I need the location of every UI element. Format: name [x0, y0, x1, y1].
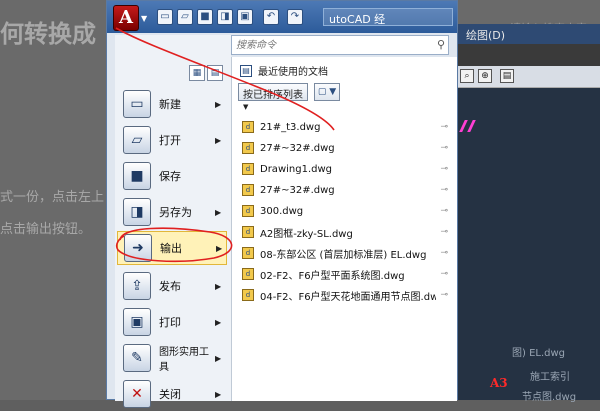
chevron-down-icon: ▼	[243, 103, 249, 111]
command-export[interactable]: ➜ 输出 ▶	[117, 231, 227, 265]
view-mode-dropdown[interactable]: ▢ ▼	[314, 83, 340, 101]
search-bar[interactable]: ⚲	[231, 35, 449, 55]
search-icon[interactable]: ⚲	[437, 38, 445, 51]
redo-icon[interactable]: ↷	[287, 9, 303, 25]
dwg-file-icon: d	[242, 289, 254, 301]
article-paragraph-1: 式一份，点击左上	[0, 190, 105, 205]
open-folder-icon: ▱	[123, 126, 151, 154]
view-icons-icon[interactable]: ▦	[189, 65, 205, 81]
menu-draw[interactable]: 绘图(D)	[452, 24, 600, 44]
recent-file-item[interactable]: d 08-东部公区 (首层加标准层) EL.dwg ⊸	[242, 243, 448, 263]
search-input[interactable]	[232, 36, 422, 54]
canvas-label-1: 图) EL.dwg	[512, 348, 566, 359]
dwg-file-icon: d	[242, 268, 254, 280]
recent-file-item[interactable]: d A2图框-zky-SL.dwg ⊸	[242, 222, 448, 242]
command-save-as[interactable]: ◨ 另存为 ▶	[117, 195, 227, 229]
properties-icon[interactable]: ▤	[500, 69, 514, 83]
recent-file-item[interactable]: d 27#~32#.dwg ⊸	[242, 138, 448, 158]
command-drawing-utilities[interactable]: ✎ 图形实用工具 ▶	[117, 341, 227, 375]
article-paragraph-2: 点击输出按钮。	[0, 222, 92, 237]
dwg-file-icon: d	[242, 163, 254, 175]
undo-icon[interactable]: ↶	[263, 9, 279, 25]
chevron-down-icon[interactable]: ▼	[141, 14, 147, 23]
dwg-file-icon: d	[242, 142, 254, 154]
recent-header: ▤ 最近使用的文档	[240, 63, 328, 78]
view-list-icon[interactable]: ▤	[207, 65, 223, 81]
print-icon[interactable]: ▣	[237, 9, 253, 25]
recent-docs-icon: ▤	[240, 64, 252, 77]
recent-file-item[interactable]: d 04-F2、F6户型天花地面通用节点图.dwg ⊸	[242, 285, 448, 305]
command-close[interactable]: ✕ 关闭 ▶	[117, 377, 227, 411]
command-print[interactable]: ▣ 打印 ▶	[117, 305, 227, 339]
chevron-right-icon: ▶	[215, 389, 222, 399]
article-title: 何转换成	[0, 20, 96, 48]
dwg-file-icon: d	[242, 184, 254, 196]
save-icon[interactable]: ■	[197, 9, 213, 25]
open-icon[interactable]: ▱	[177, 9, 193, 25]
recent-file-item[interactable]: d 02-F2、F6户型平面系统图.dwg ⊸	[242, 264, 448, 284]
command-save[interactable]: ■ 保存	[117, 159, 227, 193]
chevron-right-icon: ▶	[215, 135, 222, 145]
pin-icon[interactable]: ⊸	[440, 206, 448, 216]
export-icon: ➜	[124, 234, 152, 262]
close-icon: ✕	[123, 380, 151, 408]
application-button[interactable]: A	[113, 5, 139, 31]
zoom-realtime-icon[interactable]: ⊕	[478, 69, 492, 83]
utilities-icon: ✎	[123, 344, 151, 372]
window-title: utoCAD 经	[329, 13, 386, 26]
new-file-icon: ▭	[123, 90, 151, 118]
canvas-label-2: 施工索引	[530, 372, 570, 383]
pin-icon[interactable]: ⊸	[440, 290, 448, 300]
printer-icon: ▣	[123, 308, 151, 336]
application-menu: A ▼ ▭ ▱ ■ ◨ ▣ ↶ ↷ utoCAD 经 ⚲ ▦ ▤ ▭ 新建 ▶ …	[106, 0, 458, 408]
a3-label: A3	[490, 376, 508, 390]
chevron-right-icon: ▶	[215, 353, 222, 363]
pin-icon[interactable]: ⊸	[440, 227, 448, 237]
quick-access-toolbar: A ▼ ▭ ▱ ■ ◨ ▣ ↶ ↷ utoCAD 经	[107, 1, 457, 33]
pin-icon[interactable]: ⊸	[440, 248, 448, 258]
command-new[interactable]: ▭ 新建 ▶	[117, 87, 227, 121]
recent-file-item[interactable]: d 21#_t3.dwg ⊸	[242, 117, 448, 137]
new-icon[interactable]: ▭	[157, 9, 173, 25]
dwg-file-icon: d	[242, 205, 254, 217]
dwg-file-icon: d	[242, 121, 254, 133]
pin-icon[interactable]: ⊸	[440, 164, 448, 174]
dwg-file-icon: d	[242, 247, 254, 259]
pin-icon[interactable]: ⊸	[440, 143, 448, 153]
dwg-file-icon: d	[242, 226, 254, 238]
sort-dropdown[interactable]: 按已排序列表 ▼	[238, 83, 308, 111]
pin-icon[interactable]: ⊸	[440, 185, 448, 195]
chevron-right-icon: ▶	[215, 281, 222, 291]
chevron-right-icon: ▶	[216, 243, 223, 253]
save-as-icon: ◨	[123, 198, 151, 226]
chevron-right-icon: ▶	[215, 99, 222, 109]
recent-documents-pane: ▤ 最近使用的文档 按已排序列表 ▼ ▢ ▼ d 21#_t3.dwg ⊸ d …	[231, 57, 457, 401]
saveas-icon[interactable]: ◨	[217, 9, 233, 25]
recent-file-item[interactable]: d 27#~32#.dwg ⊸	[242, 180, 448, 200]
drawing-toolbar: ⌕ ⊕ ▤	[452, 66, 600, 88]
recent-file-item[interactable]: d Drawing1.dwg ⊸	[242, 159, 448, 179]
canvas-label-3: 节点图.dwg	[522, 392, 577, 403]
zoom-window-icon[interactable]: ⌕	[460, 69, 474, 83]
chevron-right-icon: ▶	[215, 317, 222, 327]
pin-icon[interactable]: ⊸	[440, 122, 448, 132]
command-open[interactable]: ▱ 打开 ▶	[117, 123, 227, 157]
pin-icon[interactable]: ⊸	[440, 269, 448, 279]
save-disk-icon: ■	[123, 162, 151, 190]
command-publish[interactable]: ⇪ 发布 ▶	[117, 269, 227, 303]
chevron-right-icon: ▶	[215, 207, 222, 217]
publish-icon: ⇪	[123, 272, 151, 300]
recent-file-item[interactable]: d 300.dwg ⊸	[242, 201, 448, 221]
